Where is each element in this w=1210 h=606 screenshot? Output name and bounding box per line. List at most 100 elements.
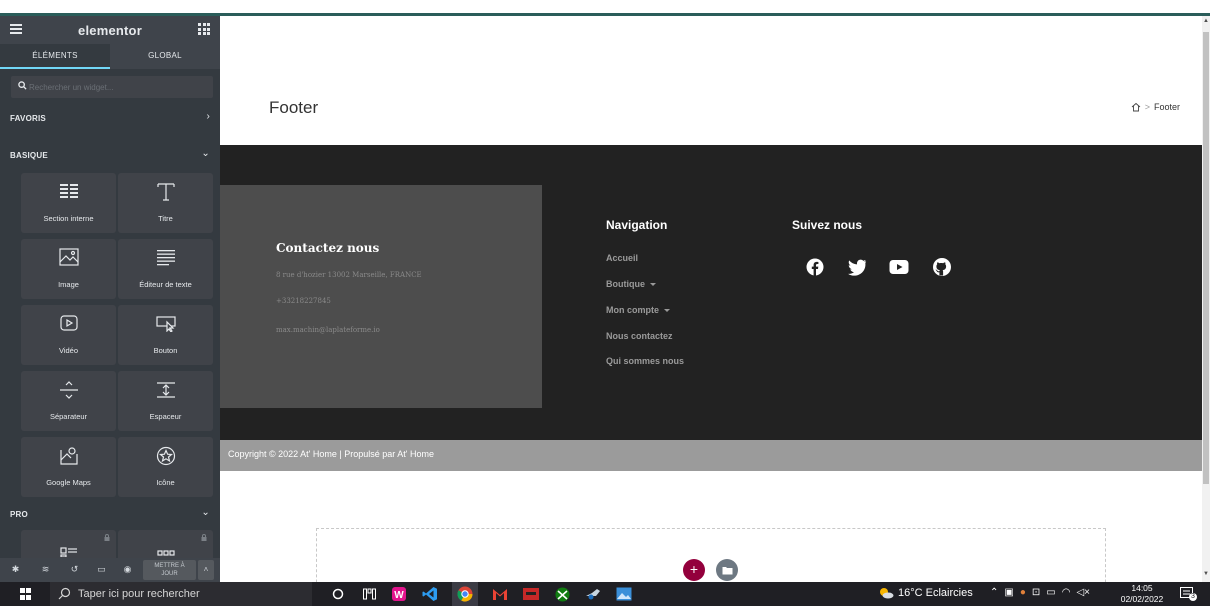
nav-item-qui-sommes-nous[interactable]: Qui sommes nous [606, 356, 684, 366]
update-button[interactable]: METTRE À JOUR [143, 560, 196, 580]
gmail-icon[interactable] [492, 586, 508, 602]
nav-item-accueil[interactable]: Accueil [606, 253, 638, 263]
breadcrumb: > Footer [1131, 102, 1180, 112]
scroll-up-arrow-icon[interactable]: ▲ [1203, 18, 1209, 24]
widget-video[interactable]: Vidéo [21, 305, 116, 365]
tray-security-icon[interactable]: ● [1020, 587, 1026, 598]
task-view-icon[interactable] [361, 586, 377, 602]
search-icon [58, 587, 71, 600]
add-section-button[interactable]: + [683, 559, 705, 581]
add-section-dropzone[interactable] [316, 528, 1106, 582]
widget-inner-section[interactable]: Section interne [21, 173, 116, 233]
nav-item-label: Accueil [606, 253, 639, 263]
widget-label: Vidéo [58, 346, 79, 355]
page-canvas: Footer > Footer Contactez nous 8 rue d'h… [220, 16, 1202, 582]
widget-spacer[interactable]: Espaceur [118, 371, 213, 431]
chevron-up-icon[interactable]: ˄ [198, 560, 214, 580]
widget-label: Éditeur de texte [139, 280, 192, 289]
tab-global[interactable]: GLOBAL [110, 44, 220, 69]
xbox-icon[interactable] [554, 586, 570, 602]
twitter-icon[interactable] [847, 257, 867, 277]
nav-item-label: Mon compte [606, 305, 659, 315]
scroll-thumb[interactable] [1203, 32, 1209, 484]
nav-item-mon-compte[interactable]: Mon compte [606, 305, 670, 315]
breadcrumb-separator: > [1144, 102, 1150, 112]
clock-date: 02/02/2022 [1120, 594, 1164, 604]
widget-label: Titre [158, 214, 173, 223]
star-icon [118, 446, 213, 468]
inner-section-icon [21, 182, 116, 204]
site-footer: Contactez nous 8 rue d'hozier 13002 Mars… [220, 145, 1202, 440]
contact-email[interactable]: max.machin@laplateforme.io [276, 326, 380, 334]
taskbar-search[interactable]: Taper ici pour rechercher [50, 582, 312, 606]
tab-elements[interactable]: ÉLÉMENTS [0, 44, 110, 69]
copyright-bar: Copyright © 2022 At' Home | Propulsé par… [220, 440, 1202, 471]
section-favorites[interactable]: FAVORIS › [0, 106, 220, 130]
volume-icon[interactable]: ◁× [1076, 587, 1090, 598]
battery-icon[interactable]: ▭ [1046, 587, 1055, 598]
spacer-icon [118, 380, 213, 402]
app-red-icon[interactable] [523, 586, 539, 602]
elementor-logo: elementor [78, 23, 142, 38]
panel-header: elementor [0, 16, 220, 44]
template-library-button[interactable] [716, 559, 738, 581]
chevron-up-icon[interactable]: ⌃ [990, 587, 998, 598]
scroll-down-arrow-icon[interactable]: ▼ [1203, 571, 1209, 577]
tray-app-icon[interactable]: ▣ [1004, 587, 1013, 598]
widget-text-editor[interactable]: Éditeur de texte [118, 239, 213, 299]
widget-divider[interactable]: Séparateur [21, 371, 116, 431]
nav-item-boutique[interactable]: Boutique [606, 279, 656, 289]
contact-phone: +33218227845 [276, 297, 331, 305]
weather-widget[interactable]: 16°C Eclaircies [878, 587, 973, 599]
page-scrollbar[interactable]: ▲ ▼ [1202, 16, 1210, 582]
wifi-icon[interactable]: ◠ [1062, 587, 1071, 598]
responsive-icon[interactable]: ▭ [96, 564, 107, 575]
widget-image[interactable]: Image [21, 239, 116, 299]
section-basic[interactable]: BASIQUE ⌄ [0, 143, 220, 167]
search-input[interactable] [29, 76, 209, 98]
preview-eye-icon[interactable]: ◉ [122, 564, 133, 575]
text-editor-icon [118, 248, 213, 270]
widget-heading[interactable]: Titre [118, 173, 213, 233]
history-icon[interactable]: ↺ [69, 564, 80, 575]
section-pro[interactable]: PRO ⌄ [0, 502, 220, 526]
breadcrumb-current: Footer [1153, 102, 1180, 112]
navigator-icon[interactable]: ≋ [40, 564, 51, 575]
widget-label: Section interne [43, 214, 94, 223]
widget-icon[interactable]: Icône [118, 437, 213, 497]
widget-button[interactable]: Bouton [118, 305, 213, 365]
notification-count-badge: 3 [1189, 593, 1197, 601]
home-icon[interactable] [1131, 102, 1141, 112]
photos-icon[interactable] [616, 586, 632, 602]
windows-start-icon[interactable] [20, 588, 32, 600]
panel-footer: ✱ ≋ ↺ ▭ ◉ METTRE À JOUR ˄ [0, 558, 220, 582]
elementor-panel: elementor ÉLÉMENTS GLOBAL FAVORIS › BASI… [0, 16, 220, 582]
vscode-icon[interactable] [422, 586, 438, 602]
chrome-icon[interactable] [452, 582, 478, 606]
cortana-icon[interactable] [330, 586, 346, 602]
tray-usb-icon[interactable]: ⊡ [1032, 587, 1040, 598]
section-basic-label: BASIQUE [10, 151, 48, 160]
widgets-grid-icon[interactable] [198, 23, 210, 35]
nav-item-nous-contactez[interactable]: Nous contactez [606, 331, 673, 341]
panel-tabs: ÉLÉMENTS GLOBAL [0, 44, 220, 69]
notification-center-icon[interactable]: 3 [1180, 587, 1197, 601]
google-maps-icon [21, 446, 116, 468]
video-icon [21, 314, 116, 336]
taskbar-clock[interactable]: 14:05 02/02/2022 [1118, 583, 1166, 605]
steam-icon[interactable] [585, 586, 601, 602]
widget-google-maps[interactable]: Google Maps [21, 437, 116, 497]
wamp-icon[interactable]: W [391, 586, 407, 602]
settings-icon[interactable]: ✱ [10, 564, 21, 575]
section-pro-label: PRO [10, 510, 28, 519]
follow-title: Suivez nous [792, 218, 863, 232]
contact-address: 8 rue d'hozier 13002 Marseille, FRANCE [276, 271, 422, 279]
youtube-icon[interactable] [889, 257, 909, 277]
nav-item-label: Qui sommes nous [606, 356, 685, 366]
update-button-line2: JOUR [161, 571, 178, 577]
facebook-icon[interactable] [805, 257, 825, 277]
github-icon[interactable] [932, 257, 952, 277]
image-icon [21, 248, 116, 270]
system-tray: ⌃ ▣ ● ⊡ ▭ ◠ ◁× [990, 587, 1090, 598]
contact-box: Contactez nous 8 rue d'hozier 13002 Mars… [220, 185, 542, 408]
